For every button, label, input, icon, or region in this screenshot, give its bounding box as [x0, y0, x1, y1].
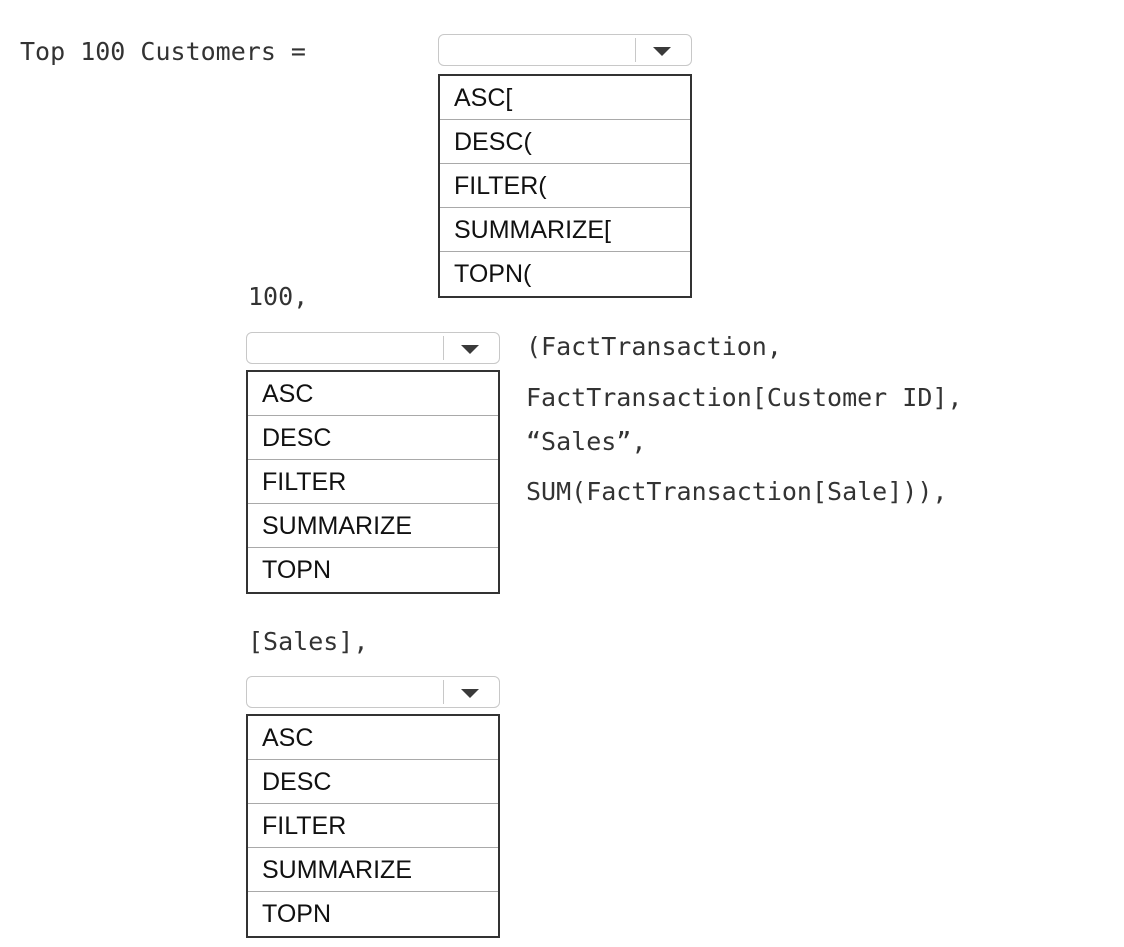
dropdown-3-option-asc[interactable]: ASC: [248, 716, 498, 760]
dropdown-1-option-summarize[interactable]: SUMMARIZE[: [440, 208, 690, 252]
code-line-sales: [Sales],: [248, 627, 369, 656]
chevron-down-icon[interactable]: [461, 689, 479, 698]
dropdown-3-select[interactable]: [246, 676, 500, 708]
dropdown-1-option-filter[interactable]: FILTER(: [440, 164, 690, 208]
dropdown-1-select[interactable]: [438, 34, 692, 66]
dropdown-2-option-topn[interactable]: TOPN: [248, 548, 498, 592]
dropdown-3-option-topn[interactable]: TOPN: [248, 892, 498, 936]
dropdown-1-option-desc[interactable]: DESC(: [440, 120, 690, 164]
code-line-args-2: FactTransaction[Customer ID],: [526, 383, 963, 412]
code-line-n: 100,: [248, 282, 309, 311]
dropdown-1-option-topn[interactable]: TOPN(: [440, 252, 690, 296]
dropdown-2-option-asc[interactable]: ASC: [248, 372, 498, 416]
code-line-args-3: “Sales”,: [526, 427, 647, 456]
dropdown-2-select[interactable]: [246, 332, 500, 364]
code-line-args-4: SUM(FactTransaction[Sale])),: [526, 477, 948, 506]
dropdown-2-options: ASC DESC FILTER SUMMARIZE TOPN: [246, 370, 500, 594]
dropdown-2-option-desc[interactable]: DESC: [248, 416, 498, 460]
dropdown-3-option-summarize[interactable]: SUMMARIZE: [248, 848, 498, 892]
dropdown-3-separator: [443, 680, 444, 704]
chevron-down-icon[interactable]: [653, 47, 671, 56]
dropdown-3-option-filter[interactable]: FILTER: [248, 804, 498, 848]
dropdown-2-option-summarize[interactable]: SUMMARIZE: [248, 504, 498, 548]
dropdown-1-separator: [635, 38, 636, 62]
dropdown-2-option-filter[interactable]: FILTER: [248, 460, 498, 504]
code-line-args-1: (FactTransaction,: [526, 332, 782, 361]
dropdown-1-options: ASC[ DESC( FILTER( SUMMARIZE[ TOPN(: [438, 74, 692, 298]
code-line-top-customers: Top 100 Customers =: [20, 37, 306, 66]
chevron-down-icon[interactable]: [461, 345, 479, 354]
dropdown-2-separator: [443, 336, 444, 360]
dropdown-1-option-asc[interactable]: ASC[: [440, 76, 690, 120]
dropdown-3-options: ASC DESC FILTER SUMMARIZE TOPN: [246, 714, 500, 938]
dropdown-3-option-desc[interactable]: DESC: [248, 760, 498, 804]
